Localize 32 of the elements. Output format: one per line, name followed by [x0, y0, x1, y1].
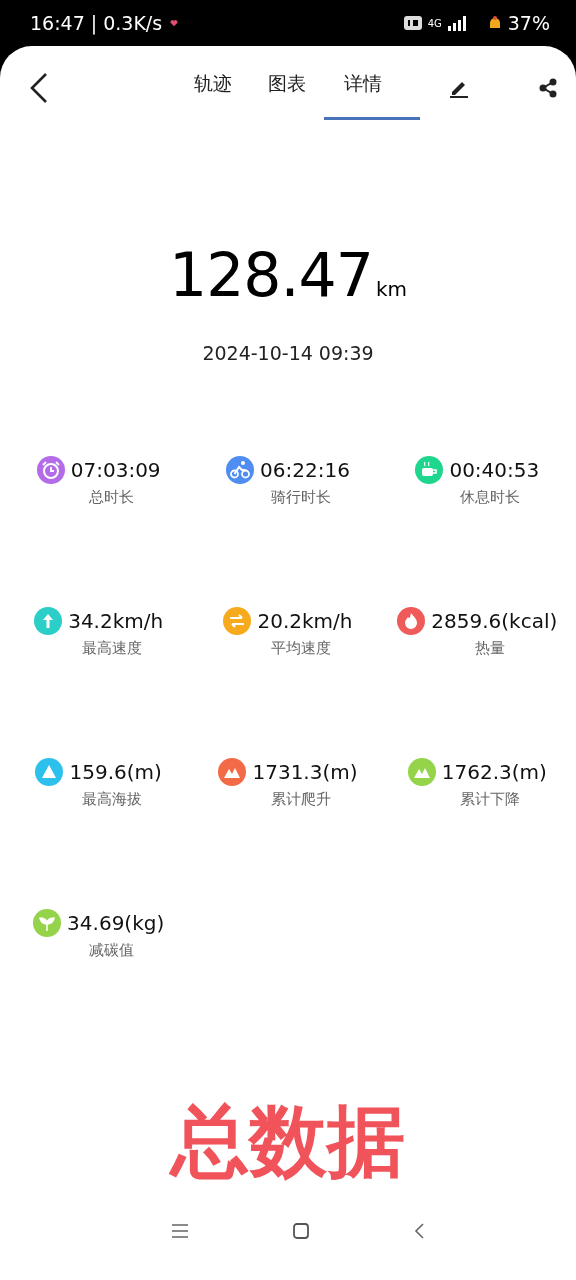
- battery-level: 37%: [507, 12, 550, 34]
- tab[interactable]: 轨迹: [176, 56, 250, 120]
- date-time: 2024-10-14 09:39: [202, 342, 374, 364]
- stat-value: 34.2km/h: [68, 609, 164, 633]
- network-type: 4G: [427, 17, 442, 29]
- network-speed: 0.3K/s: [103, 12, 163, 34]
- stat-label: 骑行时长: [270, 488, 331, 507]
- stat-label: 热量: [474, 639, 506, 658]
- stat-value: 20.2km/h: [257, 609, 353, 633]
- stat-label: 最高速度: [80, 639, 142, 658]
- stat-value: 1762.3(m): [441, 760, 547, 784]
- stat-value: 1731.3(m): [252, 760, 358, 784]
- tab[interactable]: 图表: [250, 56, 324, 120]
- tab[interactable]: 详情: [324, 56, 420, 120]
- separator-text: |: [90, 12, 98, 34]
- stat-label: 休息时长: [459, 488, 521, 507]
- stat-label: 总时长: [88, 488, 135, 507]
- stat-label: 减碳值: [88, 941, 135, 960]
- stat-value: 06:22:16: [260, 458, 350, 482]
- status-time: 16:47: [30, 12, 85, 34]
- stat-value: 2859.6(kcal): [431, 609, 558, 633]
- stat-label: 累计爬升: [270, 790, 331, 809]
- stat-value: 00:40:53: [449, 458, 540, 482]
- stat-value: 07:03:09: [70, 458, 161, 482]
- stat-value: 159.6(m): [69, 760, 162, 784]
- distance-value: 128.47: [169, 240, 373, 310]
- stat-label: 累计下降: [459, 790, 521, 809]
- stat-label: 最高海拔: [80, 790, 142, 809]
- distance-unit: km: [375, 277, 407, 301]
- stat-value: 34.69(kg): [67, 911, 165, 935]
- caption-text: 总数据: [171, 1096, 405, 1186]
- stat-label: 平均速度: [270, 639, 331, 658]
